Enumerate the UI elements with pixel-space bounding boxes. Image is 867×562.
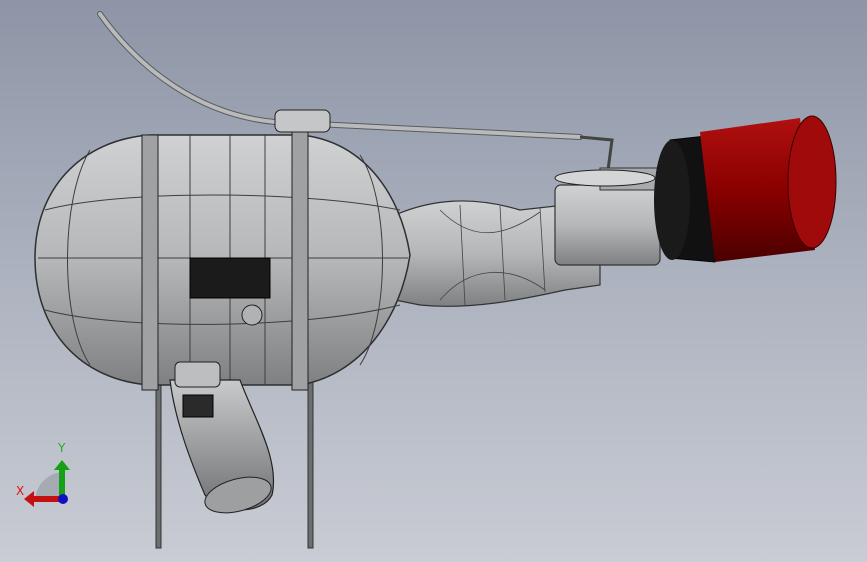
x-axis-arrow xyxy=(32,496,62,502)
cable-tube xyxy=(97,11,583,140)
model-part xyxy=(787,115,837,249)
cad-graphics-viewport[interactable]: Y X xyxy=(0,0,867,562)
model-part xyxy=(654,140,690,260)
model-part xyxy=(174,361,221,388)
orientation-triad xyxy=(24,460,70,507)
flange-right xyxy=(291,127,309,391)
model-part xyxy=(307,379,314,549)
model-part xyxy=(24,491,34,507)
model-part xyxy=(35,472,62,500)
triad-x-label: X xyxy=(16,484,25,498)
triad-y-label: Y xyxy=(58,441,66,455)
tube-drop xyxy=(579,135,614,171)
z-axis-dot xyxy=(58,494,68,504)
assembly-model[interactable] xyxy=(0,0,867,562)
model-part xyxy=(241,304,263,326)
electrical-connector xyxy=(189,257,271,299)
model-part xyxy=(554,169,656,187)
valve-body xyxy=(554,184,661,266)
elbow-connector xyxy=(182,394,214,418)
flange-left xyxy=(141,134,159,391)
top-clamp xyxy=(274,109,331,133)
model-part xyxy=(98,12,582,139)
model-part xyxy=(155,379,162,549)
model-part xyxy=(54,460,70,470)
